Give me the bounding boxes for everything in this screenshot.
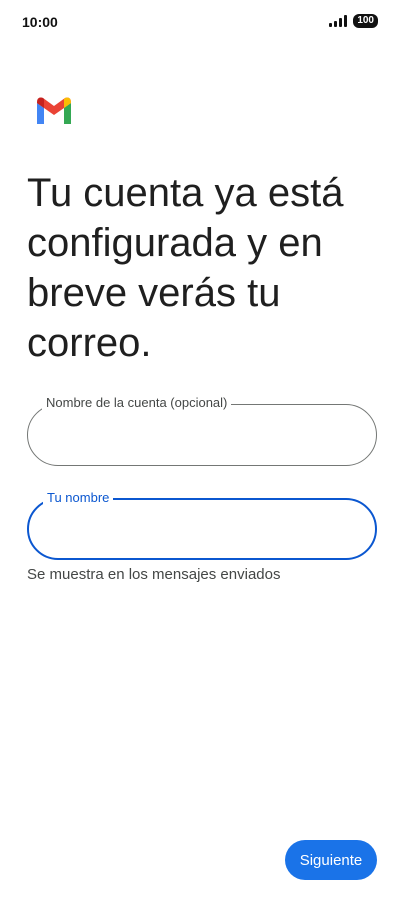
- status-indicators: 100: [329, 14, 378, 28]
- your-name-input[interactable]: [47, 518, 357, 544]
- gmail-logo-icon: [37, 97, 71, 124]
- account-name-label: Nombre de la cuenta (opcional): [42, 395, 232, 411]
- account-name-field[interactable]: Nombre de la cuenta (opcional): [27, 395, 377, 466]
- status-time: 10:00: [22, 14, 58, 30]
- signal-bars-icon: [329, 15, 348, 27]
- battery-icon: 100: [353, 14, 378, 28]
- account-name-input[interactable]: [46, 423, 358, 449]
- your-name-field[interactable]: Tu nombre: [27, 490, 377, 560]
- your-name-label: Tu nombre: [43, 490, 114, 506]
- your-name-helper-text: Se muestra en los mensajes enviados: [27, 566, 281, 583]
- status-bar: 10:00 100: [0, 0, 404, 44]
- next-button[interactable]: Siguiente: [285, 840, 377, 880]
- page-title: Tu cuenta ya está configurada y en breve…: [27, 171, 344, 365]
